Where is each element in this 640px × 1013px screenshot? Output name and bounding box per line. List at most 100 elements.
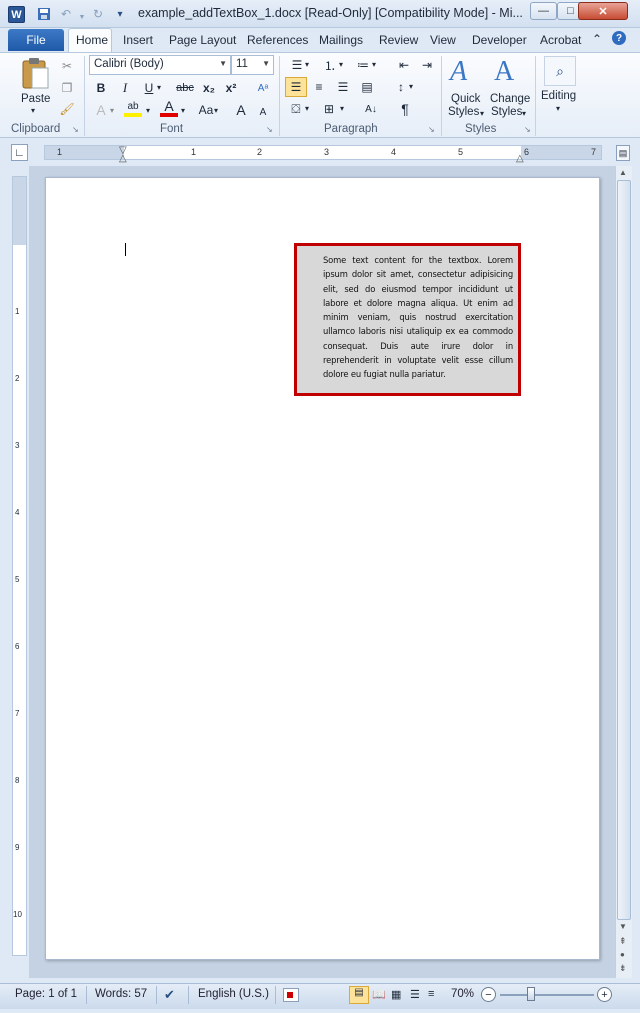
italic-button[interactable]: I	[116, 79, 134, 97]
language-indicator[interactable]: English (U.S.)	[198, 988, 269, 1000]
tab-insert[interactable]: Insert	[123, 33, 153, 47]
bullets-icon[interactable]: ☰	[288, 56, 306, 74]
browse-object-icon[interactable]: ●	[620, 950, 625, 959]
quick-styles-dropdown-icon[interactable]: ▾	[480, 109, 484, 118]
text-box[interactable]: Some text content for the textbox. Lorem…	[294, 243, 521, 396]
styles-launcher-icon[interactable]: ↘	[524, 125, 531, 134]
font-color-button[interactable]: A	[160, 98, 178, 117]
scroll-thumb[interactable]	[617, 180, 631, 920]
clipboard-launcher-icon[interactable]: ↘	[72, 125, 79, 134]
text-effects-icon[interactable]: A	[92, 101, 110, 119]
close-button[interactable]: ✕	[578, 2, 628, 20]
horizontal-ruler[interactable]: 1 1 2 3 4 5 6 7 ▽ △ △	[44, 145, 602, 164]
sort-icon[interactable]: A↓	[362, 100, 380, 118]
font-name-combo[interactable]: Calibri (Body) ▼	[89, 55, 231, 75]
copy-icon[interactable]: ❐	[58, 79, 76, 97]
paste-dropdown-icon[interactable]: ▾	[31, 106, 35, 115]
align-center-icon[interactable]: ≡	[310, 78, 328, 96]
text-effects-dropdown-icon[interactable]: ▾	[110, 106, 114, 115]
web-layout-icon[interactable]: ▦	[391, 988, 401, 1001]
tab-page-layout[interactable]: Page Layout	[169, 33, 236, 47]
increase-indent-icon[interactable]: ⇥	[418, 56, 436, 74]
clear-formatting-icon[interactable]: Aᵃ	[254, 79, 272, 97]
bold-button[interactable]: B	[92, 79, 110, 97]
save-icon[interactable]	[36, 6, 52, 22]
tab-view[interactable]: View	[430, 33, 456, 47]
tab-mailings[interactable]: Mailings	[319, 33, 363, 47]
minimize-button[interactable]: —	[530, 2, 557, 20]
editing-button[interactable]: Editing	[541, 90, 576, 102]
zoom-slider[interactable]	[500, 994, 594, 996]
format-painter-icon[interactable]: 🖌	[58, 100, 76, 118]
shrink-font-button[interactable]: A	[254, 103, 272, 121]
outline-view-icon[interactable]: ☰	[410, 988, 420, 1001]
tab-review[interactable]: Review	[379, 33, 418, 47]
text-box-content[interactable]: Some text content for the textbox. Lorem…	[323, 253, 513, 382]
word-app-icon[interactable]: W	[8, 6, 25, 23]
help-icon[interactable]: ?	[612, 31, 626, 45]
borders-dropdown-icon[interactable]: ▾	[340, 104, 344, 113]
binoculars-icon[interactable]: ⌕	[544, 56, 576, 86]
change-styles-label-1[interactable]: Change	[490, 93, 530, 105]
align-right-icon[interactable]: ☰	[334, 78, 352, 96]
proofing-icon[interactable]: ✔	[164, 987, 175, 1003]
multilevel-list-icon[interactable]: ≔	[354, 56, 372, 74]
line-spacing-icon[interactable]: ↕	[392, 78, 410, 96]
zoom-in-button[interactable]: +	[597, 987, 612, 1002]
paragraph-launcher-icon[interactable]: ↘	[428, 125, 435, 134]
align-left-icon[interactable]: ☰	[285, 77, 307, 97]
font-color-dropdown-icon[interactable]: ▾	[181, 106, 185, 115]
zoom-slider-thumb[interactable]	[527, 987, 535, 1001]
paste-button[interactable]: Paste	[21, 93, 50, 105]
word-count[interactable]: Words: 57	[95, 988, 147, 1000]
underline-button[interactable]: U	[140, 79, 158, 97]
tab-selector-icon[interactable]: ∟	[11, 144, 28, 161]
numbering-icon[interactable]: ⒈	[321, 56, 339, 74]
shading-dropdown-icon[interactable]: ▾	[305, 104, 309, 113]
subscript-button[interactable]: x₂	[200, 79, 218, 97]
text-highlight-button[interactable]: ab	[124, 99, 142, 117]
vertical-ruler[interactable]: 1 2 3 4 5 6 7 8 9 10	[12, 176, 27, 956]
print-layout-view-icon[interactable]: ▤	[349, 986, 369, 1004]
underline-dropdown-icon[interactable]: ▾	[157, 83, 161, 92]
scroll-down-icon[interactable]: ▼	[619, 922, 627, 931]
right-indent-marker[interactable]: △	[516, 153, 524, 164]
change-styles-label-2[interactable]: Styles	[491, 106, 522, 118]
grow-font-button[interactable]: A	[232, 101, 250, 119]
previous-page-icon[interactable]: ⇞	[619, 936, 627, 947]
numbering-dropdown-icon[interactable]: ▾	[339, 60, 343, 69]
hanging-indent-marker[interactable]: △	[119, 153, 127, 164]
quick-styles-label-2[interactable]: Styles	[448, 106, 479, 118]
full-screen-reading-icon[interactable]: 📖	[372, 988, 386, 1001]
line-spacing-dropdown-icon[interactable]: ▾	[409, 82, 413, 91]
undo-dropdown-icon[interactable]: ▼	[74, 9, 90, 25]
strikethrough-button[interactable]: abc	[174, 79, 196, 97]
bullets-dropdown-icon[interactable]: ▾	[305, 60, 309, 69]
borders-icon[interactable]: ⊞	[320, 100, 338, 118]
change-styles-icon[interactable]: A	[494, 56, 526, 90]
collapse-ribbon-icon[interactable]: ⌃	[592, 32, 602, 46]
tab-references[interactable]: References	[247, 33, 308, 47]
editing-dropdown-icon[interactable]: ▾	[556, 104, 560, 113]
font-launcher-icon[interactable]: ↘	[266, 125, 273, 134]
view-ruler-icon[interactable]: ▤	[616, 145, 630, 161]
show-marks-button[interactable]: ¶	[396, 100, 414, 118]
multilevel-dropdown-icon[interactable]: ▾	[372, 60, 376, 69]
change-styles-dropdown-icon[interactable]: ▾	[522, 109, 526, 118]
highlight-dropdown-icon[interactable]: ▾	[146, 106, 150, 115]
decrease-indent-icon[interactable]: ⇤	[395, 56, 413, 74]
macro-recording-icon[interactable]	[283, 988, 299, 1002]
cut-icon[interactable]: ✂	[58, 57, 76, 75]
paste-icon[interactable]	[20, 56, 50, 90]
justify-icon[interactable]: ▤	[358, 78, 376, 96]
quick-styles-icon[interactable]: A	[450, 56, 482, 90]
font-size-combo[interactable]: 11 ▼	[231, 55, 274, 75]
tab-acrobat[interactable]: Acrobat	[540, 33, 581, 47]
next-page-icon[interactable]: ⇟	[619, 963, 627, 974]
redo-icon[interactable]: ↻	[90, 6, 106, 22]
quick-styles-label-1[interactable]: Quick	[451, 93, 480, 105]
zoom-level[interactable]: 70%	[451, 988, 474, 1000]
vertical-scrollbar[interactable]: ▲ ▼ ⇞ ● ⇟	[615, 166, 632, 978]
tab-developer[interactable]: Developer	[472, 33, 527, 47]
change-case-dropdown-icon[interactable]: ▾	[214, 106, 218, 115]
